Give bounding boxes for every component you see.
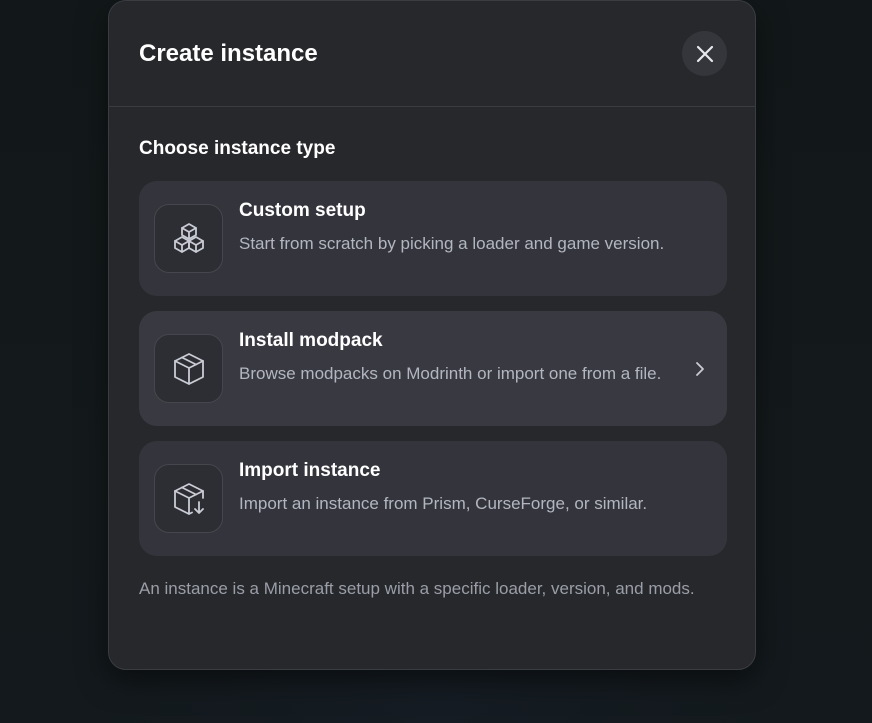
option-icon-container	[154, 464, 223, 533]
option-description: Import an instance from Prism, CurseForg…	[239, 494, 648, 513]
option-icon-container	[154, 204, 223, 273]
dialog-title: Create instance	[139, 40, 318, 67]
option-install-modpack[interactable]: Install modpack Browse modpacks on Modri…	[139, 311, 727, 426]
close-button[interactable]	[682, 31, 727, 76]
chevron-right-icon	[692, 359, 708, 379]
option-description: Browse modpacks on Modrinth or import on…	[239, 364, 662, 383]
dialog-header: Create instance	[109, 1, 755, 107]
footer-note: An instance is a Minecraft setup with a …	[139, 579, 695, 598]
boxes-icon	[173, 222, 204, 253]
option-import-instance[interactable]: Import instance Import an instance from …	[139, 441, 727, 556]
package-icon	[173, 352, 204, 385]
option-description: Start from scratch by picking a loader a…	[239, 234, 665, 253]
option-custom-setup[interactable]: Custom setup Start from scratch by picki…	[139, 181, 727, 296]
option-icon-container	[154, 334, 223, 403]
section-title: Choose instance type	[139, 138, 336, 159]
close-icon	[696, 45, 713, 62]
option-title: Install modpack	[239, 330, 383, 351]
package-import-icon	[173, 482, 204, 515]
option-title: Import instance	[239, 460, 381, 481]
option-title: Custom setup	[239, 200, 366, 221]
create-instance-dialog: Create instance Choose instance type Cus…	[108, 0, 756, 670]
